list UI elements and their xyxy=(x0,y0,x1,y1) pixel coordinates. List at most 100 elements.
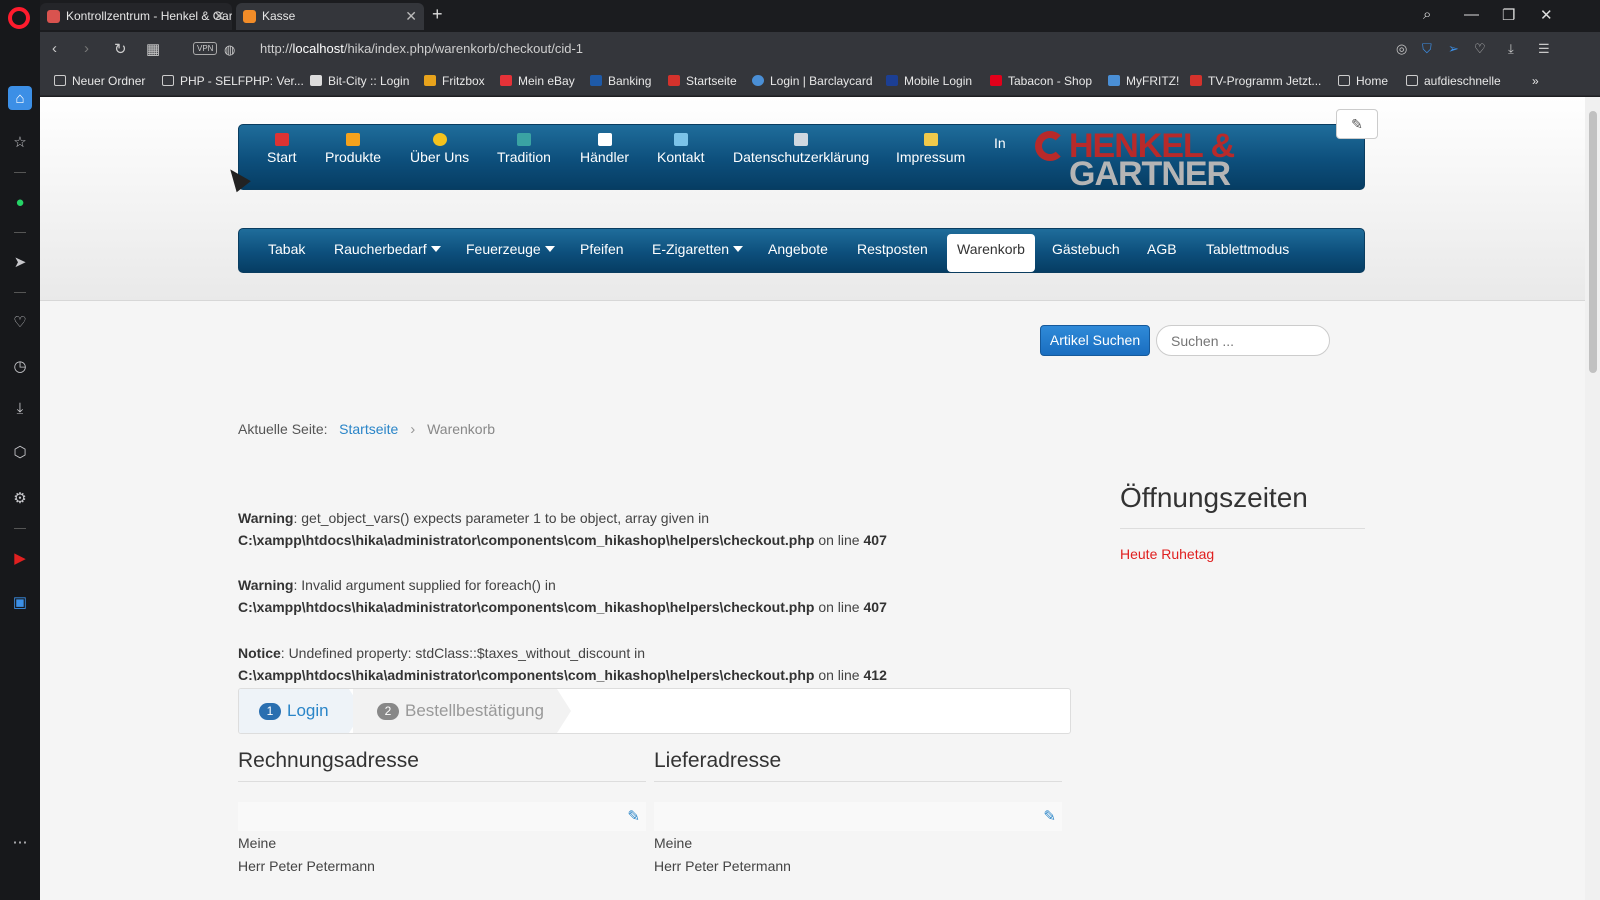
topnav-start[interactable]: Start xyxy=(267,133,297,165)
close-icon[interactable]: ✕ xyxy=(405,3,417,30)
mainnav-restposten[interactable]: Restposten xyxy=(847,239,938,269)
caret-down-icon xyxy=(733,246,744,252)
bookmark-item[interactable]: Neuer Ordner xyxy=(54,74,145,88)
speed-dial-grid-icon[interactable]: ▦ xyxy=(146,40,160,58)
url-field[interactable]: http://localhost/hika/index.php/warenkor… xyxy=(260,41,583,56)
mainnav-feuerzeuge[interactable]: Feuerzeuge xyxy=(456,239,565,269)
bookmark-item[interactable]: Tabacon - Shop xyxy=(990,74,1092,88)
topnav-impressum[interactable]: Impressum xyxy=(896,133,965,165)
shipping-address-line: Meine xyxy=(654,835,693,851)
bookmark-item[interactable]: Banking xyxy=(590,74,651,88)
whatsapp-icon[interactable]: ● xyxy=(8,190,32,214)
mainnav-e-zigaretten[interactable]: E-Zigaretten xyxy=(642,239,753,269)
billing-address-toolbar: ✎ xyxy=(238,802,646,831)
mainnav-gaestebuch[interactable]: Gästebuch xyxy=(1042,239,1130,269)
topnav-kontakt[interactable]: Kontakt xyxy=(657,133,704,165)
breadcrumb-prefix: Aktuelle Seite: xyxy=(238,421,328,437)
breadcrumb-home-link[interactable]: Startseite xyxy=(339,421,398,437)
henkel-gartner-logo[interactable]: HENKEL & GARTNER xyxy=(1029,127,1249,193)
mainnav-raucherbedarf[interactable]: Raucherbedarf xyxy=(324,239,451,269)
new-tab-plus-icon[interactable]: + xyxy=(432,4,443,25)
scrollbar-thumb[interactable] xyxy=(1589,111,1597,373)
bookmark-item[interactable]: TV-Programm Jetzt... xyxy=(1190,74,1321,88)
topnav-label: Kontakt xyxy=(657,149,705,165)
bookmark-heart-icon[interactable]: ♡ xyxy=(1474,41,1486,57)
translate-icon[interactable]: ▣ xyxy=(8,590,32,614)
star-icon[interactable]: ☆ xyxy=(8,130,32,154)
contact-icon xyxy=(673,133,688,146)
topnav-haendler[interactable]: Händler xyxy=(580,133,629,165)
bookmark-item[interactable]: Mobile Login xyxy=(886,74,972,88)
easy-setup-icon[interactable]: ☰ xyxy=(1538,41,1550,57)
bookmark-label: aufdieschnelle xyxy=(1424,74,1501,88)
forward-icon[interactable]: › xyxy=(84,40,89,57)
bookmark-label: Startseite xyxy=(686,74,737,88)
search-input[interactable] xyxy=(1156,325,1330,356)
topnav-ueber-uns[interactable]: Über Uns xyxy=(410,133,469,165)
mainnav-warenkorb[interactable]: Warenkorb xyxy=(947,234,1035,272)
more-bookmarks-chevron-icon[interactable]: » xyxy=(1532,74,1539,88)
bookmark-item[interactable]: Startseite xyxy=(668,74,737,88)
mainnav-tabak[interactable]: Tabak xyxy=(258,239,315,269)
snapshot-camera-icon[interactable]: ◎ xyxy=(1396,41,1407,57)
edit-billing-pencil-icon[interactable]: ✎ xyxy=(627,807,640,825)
tab-kasse[interactable]: Kasse ✕ xyxy=(236,3,424,30)
chevron-right-icon: › xyxy=(410,421,416,438)
mainnav-angebote[interactable]: Angebote xyxy=(758,239,838,269)
topnav-datenschutz[interactable]: Datenschutzerklärung xyxy=(733,133,869,165)
mainnav-label: Warenkorb xyxy=(957,241,1025,257)
top-navigation: Start Produkte Über Uns Tradition Händle… xyxy=(238,124,1365,193)
close-icon[interactable]: ✕ xyxy=(213,3,225,30)
history-clock-icon[interactable]: ◷ xyxy=(8,354,32,378)
topnav-produkte[interactable]: Produkte xyxy=(325,133,381,165)
edit-button[interactable]: ✎ xyxy=(1336,109,1378,139)
topnav-in[interactable]: In xyxy=(994,135,1006,151)
step-login[interactable]: 1 Login xyxy=(239,689,363,733)
info-icon xyxy=(432,133,447,146)
reload-icon[interactable]: ↻ xyxy=(114,40,127,58)
shield-icon[interactable]: ⛉ xyxy=(1422,41,1432,57)
heart-icon[interactable]: ♡ xyxy=(8,310,32,334)
bookmark-item[interactable]: Fritzbox xyxy=(424,74,485,88)
joomla-favicon-icon xyxy=(243,10,256,23)
bookmark-item[interactable]: Login | Barclaycard xyxy=(752,74,873,88)
bookmark-item[interactable]: PHP - SELFPHP: Ver... xyxy=(162,74,304,88)
search-button[interactable]: Artikel Suchen xyxy=(1040,325,1150,356)
more-icon[interactable]: ⋯ xyxy=(8,830,32,854)
step-bestellbestaetigung[interactable]: 2 Bestellbestätigung xyxy=(353,689,571,733)
downloads-icon[interactable]: ⤓ xyxy=(1508,41,1514,57)
mainnav-label: Raucherbedarf xyxy=(334,241,427,257)
house-icon xyxy=(274,133,289,146)
topnav-label: Händler xyxy=(580,149,630,165)
send-icon[interactable]: ➢ xyxy=(1448,41,1459,57)
settings-gear-icon[interactable]: ⚙ xyxy=(8,486,32,510)
bookmark-item[interactable]: Home xyxy=(1338,74,1388,88)
player-icon[interactable]: ▶ xyxy=(8,546,32,570)
mainnav-pfeifen[interactable]: Pfeifen xyxy=(570,239,634,269)
search-tabs-icon[interactable]: ⌕ xyxy=(1423,6,1431,23)
message-path: C:\xampp\htdocs\hika\administrator\compo… xyxy=(238,532,815,548)
tab-kontrollzentrum[interactable]: Kontrollzentrum - Henkel & Gartner ✕ xyxy=(40,3,232,30)
bookmarks-bar: Neuer Ordner PHP - SELFPHP: Ver... Bit-C… xyxy=(40,66,1600,96)
download-icon[interactable]: ⤓ xyxy=(8,396,32,420)
vpn-badge[interactable]: VPN xyxy=(193,42,218,55)
bookmark-item[interactable]: Bit-City :: Login xyxy=(310,74,409,88)
mainnav-label: Pfeifen xyxy=(580,241,624,257)
mainnav-tablettmodus[interactable]: Tablettmodus xyxy=(1196,239,1299,269)
opera-logo-icon[interactable] xyxy=(8,7,30,29)
message-text: : Undefined property: stdClass::$taxes_w… xyxy=(280,645,646,661)
topnav-tradition[interactable]: Tradition xyxy=(497,133,551,165)
mainnav-agb[interactable]: AGB xyxy=(1137,239,1187,269)
minimize-icon[interactable]: — xyxy=(1464,6,1479,23)
bookmark-item[interactable]: Mein eBay xyxy=(500,74,575,88)
home-icon[interactable]: ⌂ xyxy=(8,86,32,110)
restore-icon[interactable]: ❐ xyxy=(1502,6,1515,24)
page-scrollbar[interactable] xyxy=(1585,97,1600,900)
extensions-cube-icon[interactable]: ⬡ xyxy=(8,440,32,464)
send-icon[interactable]: ➤ xyxy=(8,250,32,274)
edit-shipping-pencil-icon[interactable]: ✎ xyxy=(1043,807,1056,825)
close-window-icon[interactable]: ✕ xyxy=(1540,6,1553,24)
bookmark-item[interactable]: MyFRITZ! xyxy=(1108,74,1179,88)
bookmark-item[interactable]: aufdieschnelle xyxy=(1406,74,1501,88)
back-icon[interactable]: ‹ xyxy=(52,40,57,57)
